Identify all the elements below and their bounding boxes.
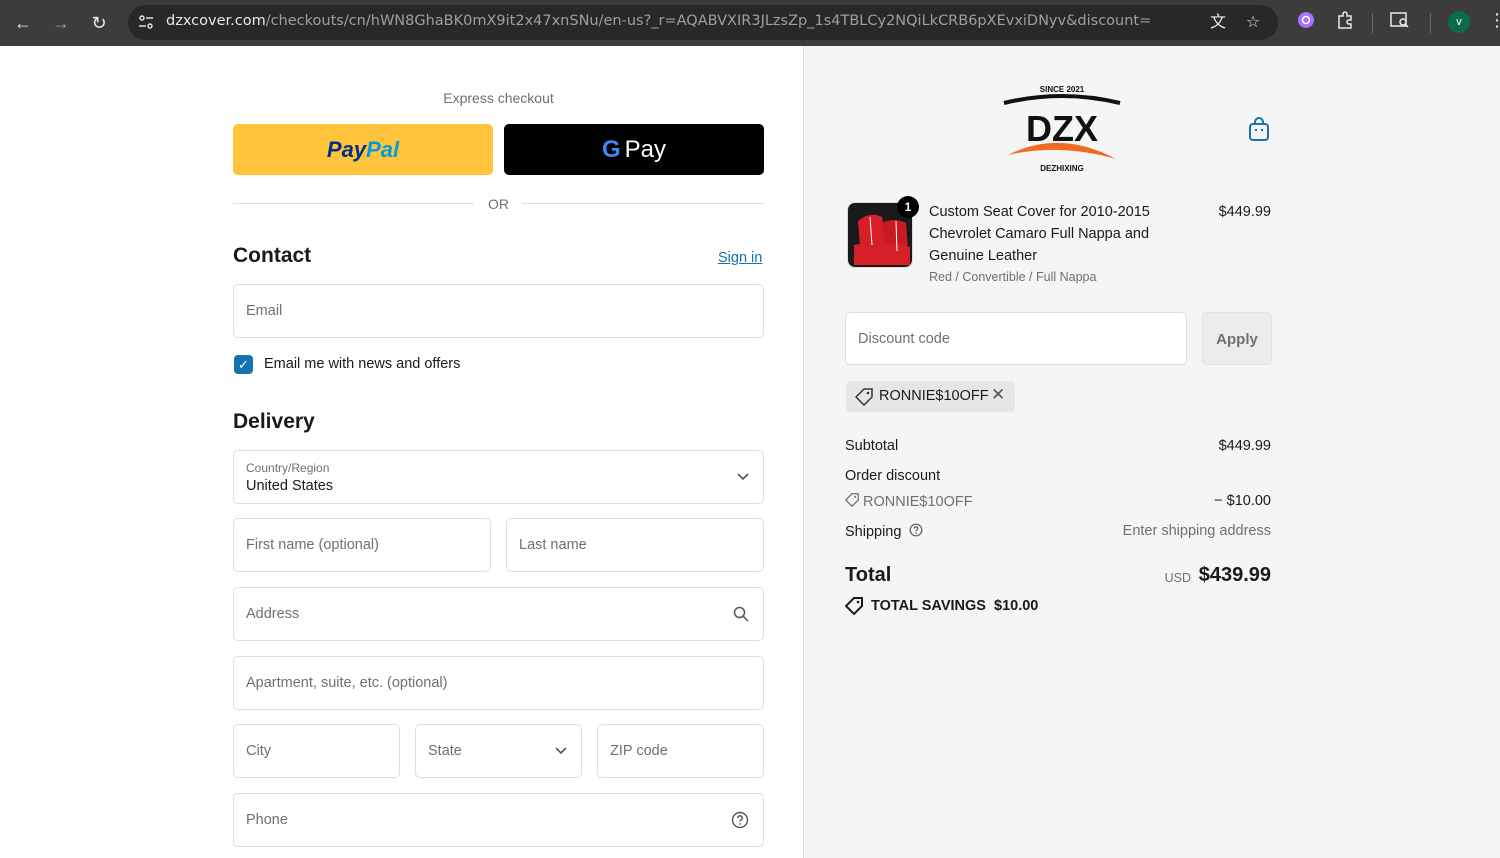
apartment-field[interactable]: Apartment, suite, etc. (optional) [233, 656, 764, 710]
shipping-value: Enter shipping address [1122, 523, 1271, 539]
product-price: $449.99 [1218, 204, 1271, 220]
order-discount-code: RONNIE$10OFF [844, 493, 973, 510]
shopping-bag-icon[interactable] [1247, 116, 1271, 142]
browser-toolbar: ← → ↻ dzxcover.com/checkouts/cn/hWN8GhaB… [0, 0, 1500, 46]
subtotal-value: $449.99 [1218, 438, 1271, 454]
newsletter-checkbox[interactable]: ✓ [234, 355, 253, 374]
email-field[interactable]: Email [233, 284, 764, 338]
chevron-down-icon [737, 473, 749, 481]
shipping-row-label: Shipping [845, 523, 923, 540]
express-checkout-label: Express checkout [443, 90, 554, 106]
profile-avatar[interactable]: v [1448, 11, 1470, 33]
help-circle-icon[interactable] [731, 811, 749, 829]
order-discount-label: Order discount [845, 468, 941, 484]
total-label: Total [845, 564, 892, 586]
tag-icon [844, 493, 859, 508]
total-savings: TOTAL SAVINGS $10.00 [845, 597, 1038, 615]
state-select[interactable]: State [415, 724, 582, 778]
product-variant: Red / Convertible / Full Nappa [929, 270, 1097, 284]
country-select[interactable]: Country/Region United States [233, 450, 764, 504]
translate-icon[interactable]: 文 [1208, 13, 1228, 33]
site-info-icon[interactable] [138, 14, 154, 30]
newsletter-label: Email me with news and offers [264, 356, 461, 372]
contact-heading: Contact [233, 244, 312, 267]
extension-icon[interactable] [1296, 11, 1316, 31]
svg-text:DZX: DZX [1026, 108, 1098, 149]
or-divider: OR [233, 194, 764, 214]
chevron-down-icon [555, 747, 567, 755]
discount-code-field[interactable]: Discount code [845, 312, 1187, 365]
google-g-icon: G [601, 136, 621, 163]
help-circle-icon[interactable] [909, 523, 923, 537]
total-currency: USD [1164, 571, 1191, 585]
bookmark-star-icon[interactable]: ☆ [1243, 13, 1263, 33]
address-bar[interactable]: dzxcover.com/checkouts/cn/hWN8GhaBK0mX9i… [128, 5, 1278, 40]
svg-text:SINCE 2021: SINCE 2021 [1040, 85, 1085, 94]
order-discount-value: − $10.00 [1214, 493, 1271, 509]
svg-text:DEZHIXING: DEZHIXING [1040, 164, 1084, 173]
puzzle-extensions-icon[interactable] [1335, 11, 1355, 31]
remove-discount-icon[interactable]: ✕ [991, 385, 1005, 405]
tag-icon [855, 388, 873, 406]
checkout-form-column: Express checkout PayPal G Pay OR Contact … [0, 46, 804, 858]
browser-menu-icon[interactable]: ⋮ [1488, 10, 1500, 31]
savings-tag-icon [845, 597, 863, 615]
zip-code-field[interactable]: ZIP code [597, 724, 764, 778]
first-name-field[interactable]: First name (optional) [233, 518, 491, 572]
subtotal-label: Subtotal [845, 438, 899, 454]
reload-icon[interactable]: ↻ [86, 10, 112, 36]
toolbar-divider [1430, 13, 1431, 33]
city-field[interactable]: City [233, 724, 400, 778]
delivery-heading: Delivery [233, 410, 315, 433]
phone-field[interactable]: Phone [233, 793, 764, 847]
back-icon[interactable]: ← [10, 10, 36, 36]
tab-search-icon[interactable] [1390, 11, 1410, 31]
toolbar-divider [1372, 13, 1373, 33]
applied-discount-chip: RONNIE$10OFF ✕ [846, 381, 1015, 412]
apply-discount-button[interactable]: Apply [1202, 312, 1272, 365]
quantity-badge: 1 [897, 196, 919, 218]
dzx-logo: SINCE 2021 DZX DEZHIXING [1003, 85, 1121, 173]
forward-icon[interactable]: → [48, 10, 74, 36]
paypal-button[interactable]: PayPal [233, 124, 493, 175]
google-pay-button[interactable]: G Pay [504, 124, 764, 175]
last-name-field[interactable]: Last name [506, 518, 764, 572]
search-icon [733, 606, 749, 622]
url-text: dzxcover.com/checkouts/cn/hWN8GhaBK0mX9i… [166, 13, 1152, 29]
product-name: Custom Seat Cover for 2010-2015 Chevrole… [929, 204, 1150, 264]
sign-in-link[interactable]: Sign in [718, 250, 762, 266]
address-field[interactable]: Address [233, 587, 764, 641]
total-amount: $439.99 [1198, 564, 1271, 586]
order-summary-column: SINCE 2021 DZX DEZHIXING 1 Custom Seat C… [805, 46, 1500, 858]
